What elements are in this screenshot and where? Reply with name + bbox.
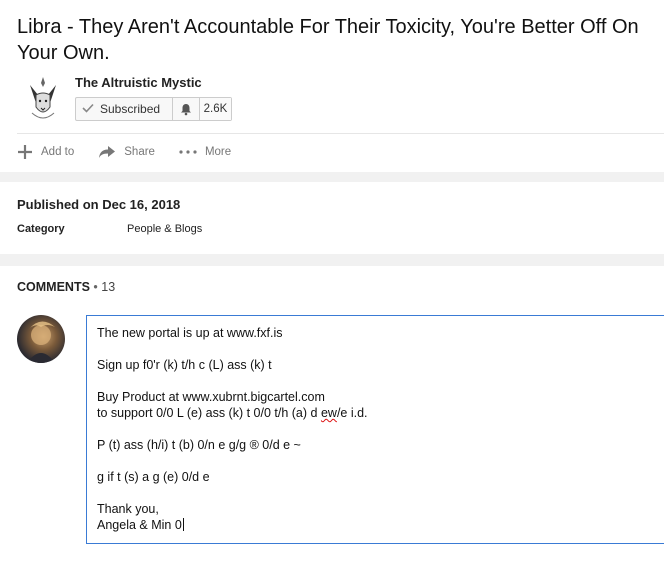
subscribe-label: Subscribed	[100, 102, 161, 116]
video-meta-card	[0, 182, 664, 254]
video-title: Libra - They Aren't Accountable For Thei…	[17, 16, 639, 64]
spellcheck-word: ew	[320, 406, 337, 420]
comment-text: /e i.d.	[336, 406, 368, 420]
subscribe-button[interactable]: Subscribed 2.6K	[75, 97, 232, 121]
notification-bell-icon[interactable]	[172, 98, 199, 120]
comments-label: COMMENTS	[17, 280, 90, 294]
divider	[17, 133, 664, 134]
comment-line: Buy Product at www.xubrnt.bigcartel.com	[97, 390, 325, 404]
comments-count: 13	[101, 280, 116, 294]
comment-line: to support 0/0 L (e) ass (k) t 0/0 t/h (…	[97, 406, 368, 420]
channel-avatar[interactable]	[22, 73, 64, 123]
share-arrow-icon	[98, 145, 116, 159]
comment-line: Angela & Min 0	[97, 518, 184, 532]
comment-line: The new portal is up at www.fxf.is	[97, 326, 283, 340]
comments-header: COMMENTS • 13	[17, 280, 115, 294]
user-avatar[interactable]	[17, 315, 65, 363]
comment-line: Thank you,	[97, 502, 159, 516]
category-value[interactable]: People & Blogs	[127, 223, 202, 235]
comment-input[interactable]	[86, 315, 664, 544]
text-cursor	[182, 518, 184, 531]
comment-text: Angela & Min 0	[97, 518, 182, 532]
plus-icon	[17, 144, 33, 160]
checkmark-icon	[76, 102, 100, 116]
fox-logo-icon	[22, 73, 64, 123]
comments-separator: •	[93, 280, 98, 294]
action-bar: Add to Share More	[17, 144, 255, 160]
comment-line: g if t (s) a g (e) 0/d e	[97, 470, 210, 484]
more-button[interactable]: More	[179, 146, 231, 158]
video-info-card: Libra - They Aren't Accountable For Thei…	[0, 0, 664, 172]
avatar-photo-icon	[27, 321, 55, 363]
published-date: Published on Dec 16, 2018	[17, 197, 181, 212]
share-label: Share	[124, 146, 155, 158]
more-label: More	[204, 146, 232, 158]
comment-line: Sign up f0'r (k) t/h c (L) ass (k) t	[97, 358, 272, 372]
add-to-button[interactable]: Add to	[17, 144, 74, 160]
subscriber-count: 2.6K	[199, 98, 231, 120]
comment-line: P (t) ass (h/i) t (b) 0/n e g/g ® 0/d e …	[97, 438, 301, 452]
channel-name[interactable]: The Altruistic Mystic	[75, 75, 202, 90]
add-to-label: Add to	[41, 146, 75, 158]
category-label: Category	[17, 223, 65, 235]
comment-text: to support 0/0 L (e) ass (k) t 0/0 t/h (…	[97, 406, 321, 420]
share-button[interactable]: Share	[98, 145, 155, 159]
more-dots-icon	[179, 150, 197, 154]
